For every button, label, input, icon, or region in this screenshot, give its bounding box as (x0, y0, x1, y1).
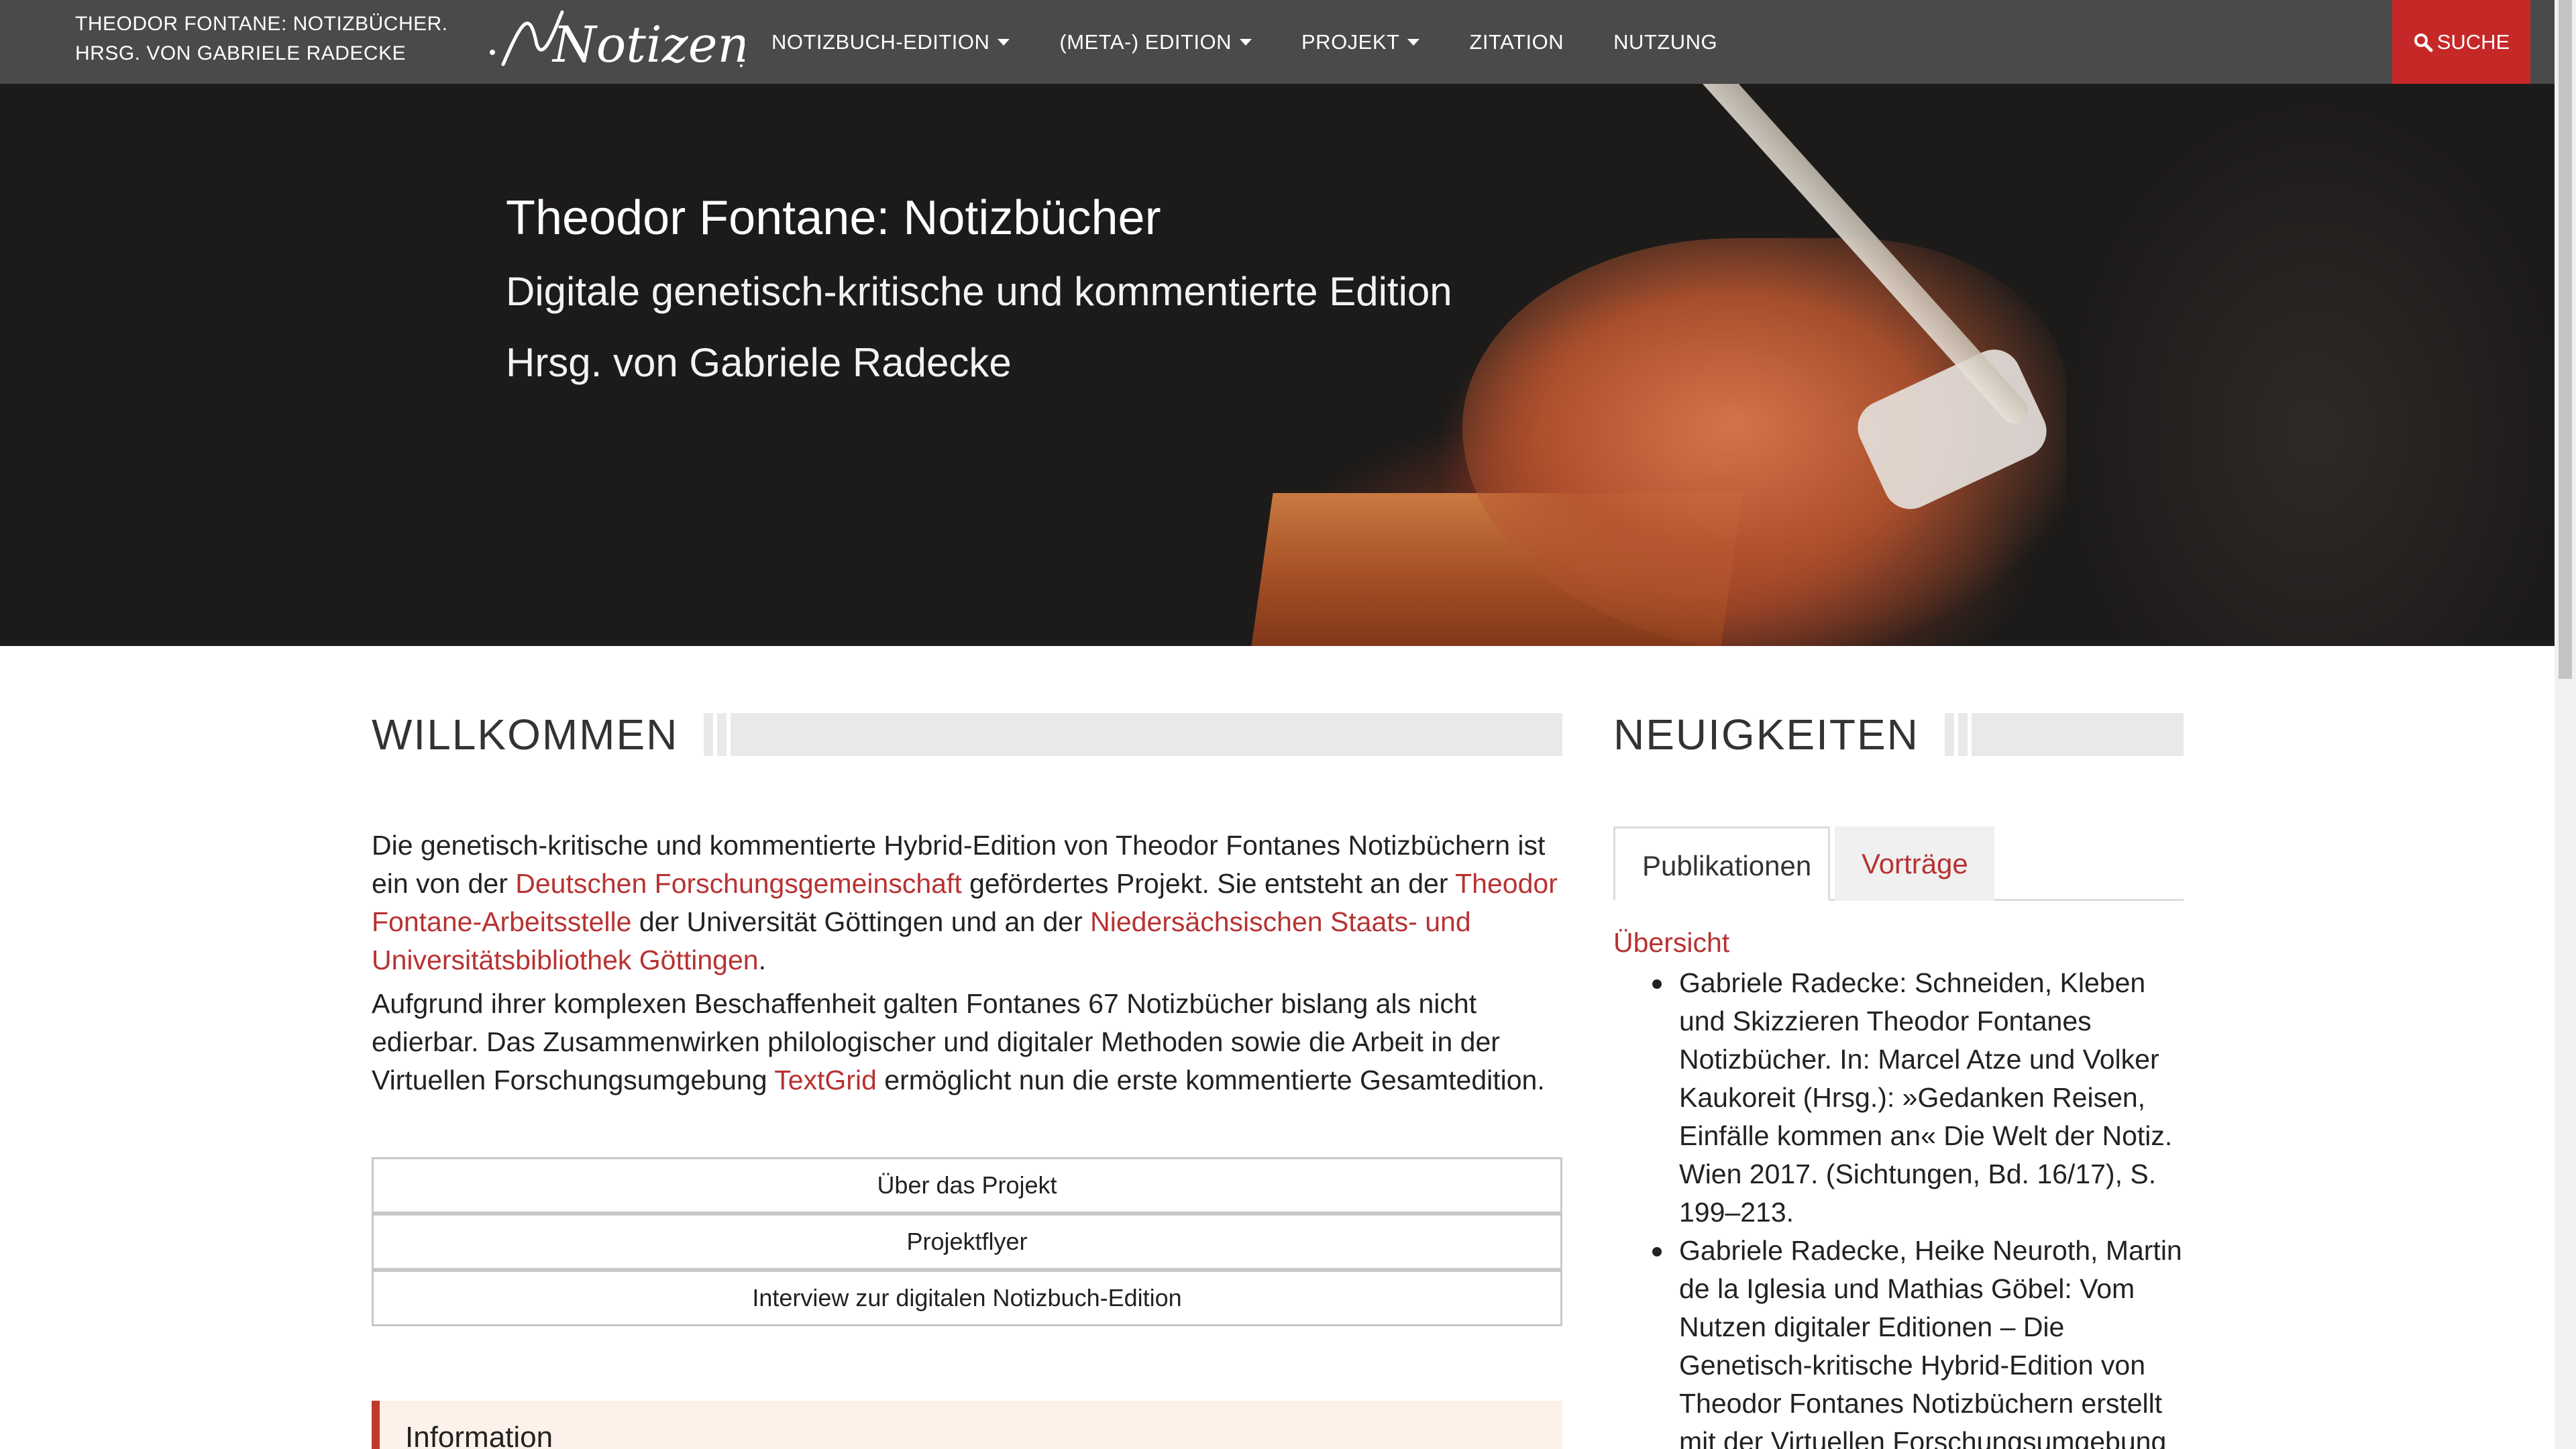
text-span: ermöglicht nun die erste kommentierte Ge… (876, 1065, 1545, 1095)
news-heading: NEUIGKEITEN (1613, 708, 2184, 761)
brand-line-1: THEODOR FONTANE: NOTIZBÜCHER. (75, 13, 448, 35)
page-scrollbar[interactable] (2555, 0, 2576, 1449)
search-button[interactable]: SUCHE (2392, 0, 2530, 84)
nav-projekt[interactable]: PROJEKT (1301, 30, 1420, 54)
overview-link[interactable]: Übersicht (1613, 927, 1729, 959)
top-navbar: THEODOR FONTANE: NOTIZBÜCHER. HRSG. VON … (0, 0, 2555, 84)
nav-zitation[interactable]: ZITATION (1469, 30, 1564, 54)
tab-publikationen[interactable]: Publikationen (1613, 826, 1830, 901)
text-span: . (758, 945, 766, 975)
information-title: Information (405, 1421, 553, 1449)
hero-banner: Theodor Fontane: Notizbücher Digitale ge… (0, 84, 2555, 646)
caret-down-icon (998, 38, 1010, 46)
caret-down-icon (1240, 38, 1252, 46)
link-textgrid[interactable]: TextGrid (774, 1065, 877, 1095)
brand-line-2: HRSG. VON GABRIELE RADECKE (75, 42, 407, 64)
list-item: Gabriele Radecke: Schneiden, Kleben und … (1646, 964, 2189, 1232)
text-span: gefördertes Projekt. Sie entsteht an der (961, 868, 1456, 899)
interview-button[interactable]: Interview zur digitalen Notizbuch-Editio… (372, 1270, 1562, 1326)
nav-label: NOTIZBUCH-EDITION (771, 30, 990, 54)
nav-label: PROJEKT (1301, 30, 1400, 54)
scrollbar-thumb[interactable] (2559, 0, 2572, 679)
information-box: Information (372, 1401, 1562, 1449)
welcome-button-list: Über das Projekt Projektflyer Interview … (372, 1157, 1562, 1326)
logo-text: Notizen (551, 16, 745, 74)
news-tabs: Publikationen Vorträge (1613, 826, 2184, 901)
nav-notizbuch-edition[interactable]: NOTIZBUCH-EDITION (771, 30, 1010, 54)
heading-rule (1944, 713, 2184, 756)
caret-down-icon (1407, 38, 1420, 46)
projektflyer-button[interactable]: Projektflyer (372, 1214, 1562, 1270)
heading-rule (704, 713, 1562, 756)
welcome-paragraph-2: Aufgrund ihrer komplexen Beschaffenheit … (372, 985, 1562, 1099)
site-brand[interactable]: THEODOR FONTANE: NOTIZBÜCHER. HRSG. VON … (75, 9, 478, 68)
nav-nutzung[interactable]: NUTZUNG (1613, 30, 1717, 54)
hero-text: Theodor Fontane: Notizbücher Digitale ge… (506, 184, 1452, 396)
tab-vortraege[interactable]: Vorträge (1835, 826, 1994, 901)
list-item: Gabriele Radecke, Heike Neuroth, Martin … (1646, 1232, 2189, 1449)
hero-editor: Hrsg. von Gabriele Radecke (506, 340, 1012, 385)
ueber-das-projekt-button[interactable]: Über das Projekt (372, 1157, 1562, 1214)
link-dfg[interactable]: Deutschen Forschungsgemeinschaft (515, 868, 961, 899)
search-label: SUCHE (2436, 30, 2510, 54)
publication-list: Gabriele Radecke: Schneiden, Kleben und … (1646, 964, 2189, 1449)
main-nav: NOTIZBUCH-EDITION (META-) EDITION PROJEK… (771, 0, 1767, 84)
search-icon (2414, 33, 2433, 52)
hero-title: Theodor Fontane: Notizbücher (506, 191, 1161, 245)
nav-label: NUTZUNG (1613, 30, 1718, 54)
notizen-logo[interactable]: Notizen (483, 4, 745, 78)
nav-label: (META-) EDITION (1059, 30, 1232, 54)
welcome-heading: WILLKOMMEN (372, 708, 1562, 761)
nav-meta-edition[interactable]: (META-) EDITION (1059, 30, 1252, 54)
nav-label: ZITATION (1469, 30, 1564, 54)
text-span: der Universität Göttingen und an der (631, 906, 1091, 937)
hero-subtitle: Digitale genetisch-kritische und komment… (506, 269, 1452, 314)
welcome-paragraph-1: Die genetisch-kritische und kommentierte… (372, 826, 1562, 979)
welcome-heading-label: WILLKOMMEN (372, 710, 679, 759)
news-heading-label: NEUIGKEITEN (1613, 710, 1919, 759)
